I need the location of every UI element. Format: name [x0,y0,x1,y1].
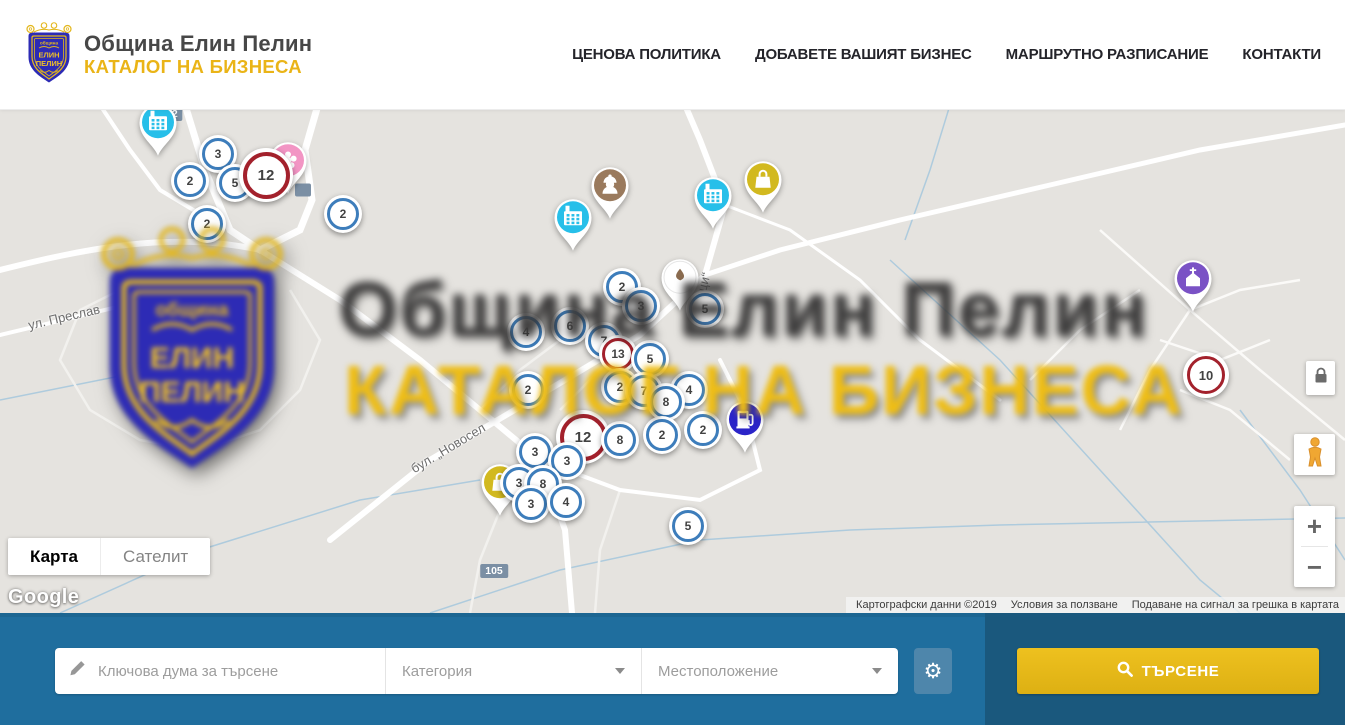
map-cluster-marker[interactable]: 4 [507,313,545,351]
padlock-icon [1314,367,1328,389]
search-bar: Категория Местоположение ⚙ ТЪРСЕНЕ [0,613,1345,725]
chevron-down-icon [872,668,882,674]
main-nav: ЦЕНОВА ПОЛИТИКА ДОБАВЕТЕ ВАШИЯТ БИЗНЕС М… [572,46,1321,63]
map-attribution: Картографски данни ©2019 Условия за полз… [846,597,1345,613]
map-cluster-marker[interactable]: 8 [601,421,639,459]
map-cluster-marker[interactable]: 3 [622,287,660,325]
map-cluster-marker[interactable]: 2 [188,205,226,243]
google-map-canvas[interactable]: 6002105 ул. Преславбул. „Новоселци“ [0,110,1345,613]
site-header: община ЕЛИН ПЕЛИН Община Елин Пелин КАТА… [0,0,1345,110]
pencil-icon [69,660,86,682]
site-logo-link[interactable]: община ЕЛИН ПЕЛИН Община Елин Пелин КАТА… [24,21,312,89]
map-cluster-marker[interactable]: 2 [509,371,547,409]
svg-text:ЕЛИН: ЕЛИН [38,50,59,59]
map-cluster-marker[interactable]: 2 [171,162,209,200]
pegman-icon [1304,437,1326,472]
location-select-label: Местоположение [658,663,778,680]
map-pin-church-icon[interactable] [1171,257,1215,313]
keyword-field-wrap [55,648,385,694]
report-error-link[interactable]: Подаване на сигнал за грешка в картата [1132,599,1339,611]
municipality-crest-logo: община ЕЛИН ПЕЛИН [24,21,74,89]
category-select-label: Категория [402,663,472,680]
maptype-satellite-button[interactable]: Сателит [100,538,210,575]
zoom-out-button[interactable]: − [1294,547,1335,587]
terms-link[interactable]: Условия за ползване [1011,599,1118,611]
site-subtitle: КАТАЛОГ НА БИЗНЕСА [84,56,312,78]
map-pin-factory-icon[interactable] [691,174,735,230]
map-cluster-marker[interactable]: 2 [324,195,362,233]
maptype-map-button[interactable]: Карта [8,538,100,575]
site-title: Община Елин Пелин [84,31,312,56]
category-select[interactable]: Категория [385,648,641,694]
map-pin-bag-icon[interactable] [741,158,785,214]
map-cluster-marker[interactable]: 3 [512,485,550,523]
map-pin-factory-icon[interactable] [136,110,180,157]
map-cluster-marker[interactable]: 2 [643,416,681,454]
nav-item-pricing[interactable]: ЦЕНОВА ПОЛИТИКА [572,46,721,63]
google-logo[interactable]: Google [8,586,79,609]
nav-item-route-schedule[interactable]: МАРШРУТНО РАЗПИСАНИЕ [1006,46,1209,63]
map-cluster-marker[interactable]: 12 [239,148,293,202]
zoom-control: + − [1294,506,1335,587]
search-fields: Категория Местоположение [55,648,898,694]
location-select[interactable]: Местоположение [641,648,898,694]
search-button[interactable]: ТЪРСЕНЕ [1017,648,1319,694]
map-cluster-marker[interactable]: 6 [551,307,589,345]
gear-icon: ⚙ [924,659,943,684]
advanced-settings-button[interactable]: ⚙ [914,648,952,694]
svg-text:ПЕЛИН: ПЕЛИН [36,59,62,68]
search-button-label: ТЪРСЕНЕ [1142,663,1220,680]
nav-item-add-business[interactable]: ДОБАВЕТЕ ВАШИЯТ БИЗНЕС [755,46,972,63]
zoom-in-button[interactable]: + [1294,506,1335,546]
map-cluster-marker[interactable]: 4 [547,483,585,521]
search-icon [1117,661,1133,681]
chevron-down-icon [615,668,625,674]
lock-control[interactable] [1306,361,1335,395]
map-cluster-marker[interactable]: 5 [686,290,724,328]
pegman-control[interactable] [1294,434,1335,475]
map-cluster-marker[interactable]: 5 [669,507,707,545]
keyword-search-input[interactable] [96,662,371,681]
map-pin-worker-icon[interactable] [588,164,632,220]
nav-item-contacts[interactable]: КОНТАКТИ [1242,46,1321,63]
map-cluster-marker[interactable]: 2 [684,411,722,449]
map-copyright: Картографски данни ©2019 [856,599,997,611]
map-pin-fuel-icon[interactable] [723,398,767,454]
map-cluster-marker[interactable]: 10 [1183,352,1229,398]
map-cluster-marker[interactable]: 8 [647,383,685,421]
maptype-control: Карта Сателит [8,538,210,575]
